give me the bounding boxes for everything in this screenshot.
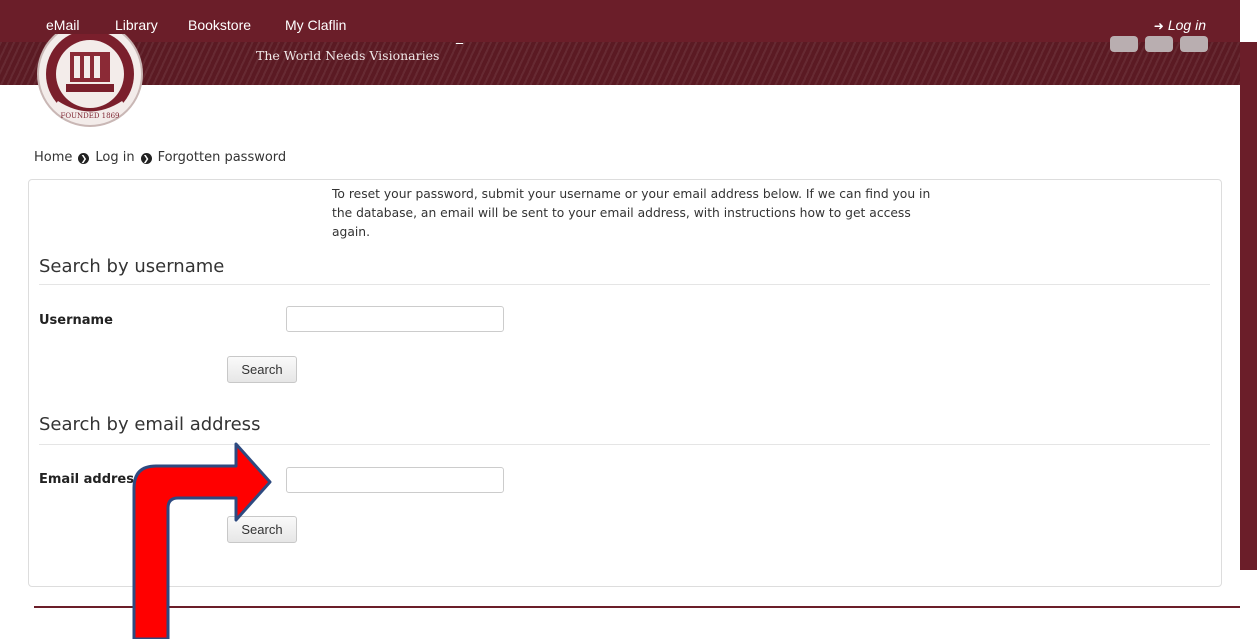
tagline-mark: ‾ xyxy=(456,42,463,58)
breadcrumb: Home ❯ Log in ❯ Forgotten password xyxy=(34,150,286,165)
svg-text:FOUNDED 1869: FOUNDED 1869 xyxy=(61,112,120,120)
nav-link-library[interactable]: Library xyxy=(115,17,158,33)
top-nav-bar: eMail Library Bookstore My Claflin ➜ Log … xyxy=(0,0,1240,42)
email-section-title: Search by email address xyxy=(39,414,261,435)
username-search-button[interactable]: Search xyxy=(227,356,297,383)
site-tagline: The World Needs Visionaries xyxy=(256,48,440,63)
breadcrumb-login[interactable]: Log in xyxy=(95,150,134,165)
login-link[interactable]: ➜ Log in xyxy=(1154,17,1206,33)
sign-in-icon: ➜ xyxy=(1153,19,1164,33)
social-button-1[interactable] xyxy=(1110,36,1138,52)
username-label: Username xyxy=(39,313,113,328)
social-button-3[interactable] xyxy=(1180,36,1208,52)
annotation-arrow-icon xyxy=(132,442,272,639)
nav-link-email[interactable]: eMail xyxy=(46,17,79,33)
chevron-right-icon: ❯ xyxy=(78,153,90,164)
intro-text: To reset your password, submit your user… xyxy=(332,187,931,239)
nav-link-my-claflin[interactable]: My Claflin xyxy=(285,17,346,33)
section-divider xyxy=(39,284,1210,285)
social-button-2[interactable] xyxy=(1145,36,1173,52)
email-input[interactable] xyxy=(286,467,504,493)
nav-link-bookstore[interactable]: Bookstore xyxy=(188,17,251,33)
university-seal-logo[interactable]: FOUNDED 1869 xyxy=(36,34,144,142)
right-edge-bar xyxy=(1240,42,1257,570)
username-section-title: Search by username xyxy=(39,256,225,277)
breadcrumb-home[interactable]: Home xyxy=(34,150,72,165)
username-input[interactable] xyxy=(286,306,504,332)
breadcrumb-current: Forgotten password xyxy=(157,150,287,165)
chevron-right-icon: ❯ xyxy=(140,153,152,164)
login-label: Log in xyxy=(1167,17,1206,33)
header-banner: The World Needs Visionaries ‾ xyxy=(0,36,1240,85)
